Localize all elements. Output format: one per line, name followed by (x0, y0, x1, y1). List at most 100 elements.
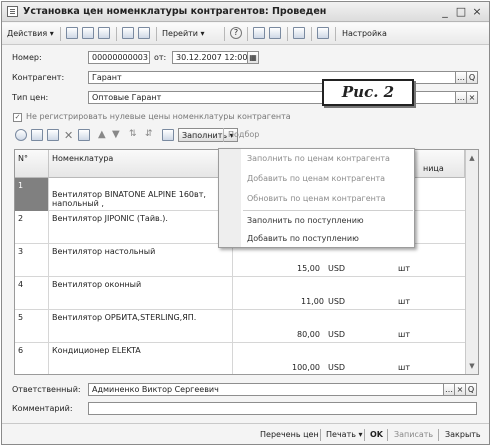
unpost-icon[interactable] (138, 27, 150, 39)
menu-item-add-by-contractor-prices[interactable]: Добавить по ценам контрагента (247, 174, 385, 183)
row-values: 11,00 USD шт (233, 277, 465, 310)
column-header-nomenclature[interactable]: Номенклатура (49, 150, 233, 178)
movements-icon[interactable] (269, 27, 281, 39)
row-currency: USD (328, 297, 346, 306)
close-window-button[interactable]: × (470, 4, 484, 19)
ok-button[interactable]: OK (370, 430, 383, 439)
open-contractor-icon[interactable]: Q (466, 71, 478, 84)
row-number: 2 (15, 211, 49, 244)
row-nomenclature: Кондиционер ELEKTA (49, 343, 233, 374)
report-icon[interactable] (293, 27, 305, 39)
zero-prices-checkbox[interactable]: ✓ (13, 113, 22, 122)
copy-row-icon[interactable] (31, 129, 43, 141)
add-row-icon[interactable] (15, 129, 27, 141)
footer-separator (364, 429, 365, 441)
row-currency: USD (328, 363, 346, 372)
menu-item-update-by-contractor-prices[interactable]: Обновить по ценам контрагента (247, 194, 385, 203)
title-bar: Установка цен номенклатуры контрагентов:… (2, 2, 489, 22)
row-currency: USD (328, 264, 346, 273)
number-field[interactable]: 00000000003 (88, 51, 150, 64)
row-unit: шт (398, 297, 410, 306)
row-values: 80,00 USD шт (233, 310, 465, 343)
table-scrollbar[interactable]: ▲ ▼ (465, 150, 478, 374)
comment-label: Комментарий: (12, 404, 73, 413)
price-list-button[interactable]: Перечень цен (260, 430, 319, 439)
table-row[interactable]: 5 Вентилятор ОРБИТА,STERLING,ЯП. 80,00 U… (15, 310, 465, 343)
select-button[interactable]: Подбор (228, 128, 259, 142)
toolbar-separator (311, 27, 312, 41)
sort-asc-icon[interactable]: ⇅ (129, 129, 137, 139)
end-edit-icon[interactable] (78, 129, 90, 141)
row-number: 1 (15, 178, 49, 211)
row-nomenclature: Вентилятор BINATONE ALPINE 160вт, наполь… (49, 178, 233, 211)
preview-icon[interactable] (317, 27, 329, 39)
scroll-up-icon[interactable]: ▲ (466, 152, 478, 164)
help-button[interactable]: ? (230, 27, 242, 39)
save-button[interactable]: Записать (394, 430, 433, 439)
toolbar-separator (335, 27, 336, 41)
comment-field[interactable] (88, 402, 477, 415)
row-price: 15,00 (297, 264, 320, 273)
save-icon[interactable] (66, 27, 78, 39)
toolbar-separator (116, 27, 117, 41)
row-currency: USD (328, 330, 346, 339)
row-unit: шт (398, 264, 410, 273)
toolbar-separator (287, 27, 288, 41)
open-responsible-icon[interactable]: Q (465, 383, 477, 396)
menu-separator (243, 210, 413, 211)
menu-item-fill-by-contractor-prices[interactable]: Заполнить по ценам контрагента (247, 154, 390, 163)
maximize-button[interactable]: □ (454, 4, 468, 19)
table-row[interactable]: 4 Вентилятор оконный 11,00 USD шт (15, 277, 465, 310)
table-row[interactable]: 3 Вентилятор настольный 15,00 USD шт (15, 244, 465, 277)
row-number: 5 (15, 310, 49, 343)
scroll-down-icon[interactable]: ▼ (466, 360, 478, 372)
row-nomenclature: Вентилятор ОРБИТА,STERLING,ЯП. (49, 310, 233, 343)
contractor-label: Контрагент: (12, 73, 65, 82)
price-type-label: Тип цен: (12, 93, 49, 102)
date-field[interactable]: 30.12.2007 12:00:00 (172, 51, 248, 64)
zero-prices-label: Не регистрировать нулевые цены номенклат… (26, 112, 291, 121)
delete-row-icon[interactable]: ✕ (64, 129, 73, 142)
print-button[interactable]: Печать ▾ (326, 430, 363, 439)
row-unit: шт (398, 363, 410, 372)
row-number: 4 (15, 277, 49, 310)
settings-button[interactable]: Настройка (342, 27, 387, 41)
responsible-field[interactable]: Админенко Виктор Сергеевич (88, 383, 444, 396)
document-icon (7, 6, 18, 17)
document-icon[interactable] (98, 27, 110, 39)
row-nomenclature: Вентилятор настольный (49, 244, 233, 277)
table-row[interactable]: 6 Кондиционер ELEKTA 100,00 USD шт (15, 343, 465, 374)
move-up-icon[interactable]: ▲ (98, 129, 106, 140)
close-button[interactable]: Закрыть (445, 430, 481, 439)
edit-row-icon[interactable] (47, 129, 59, 141)
actions-menu[interactable]: Действия ▾ (7, 27, 54, 41)
row-number: 3 (15, 244, 49, 277)
goto-menu[interactable]: Перейти ▾ (162, 27, 205, 41)
post-icon[interactable] (122, 27, 134, 39)
footer-divider (2, 423, 489, 424)
structure-icon[interactable] (253, 27, 265, 39)
footer-separator (320, 429, 321, 441)
table-settings-icon[interactable] (162, 129, 174, 141)
menu-item-fill-by-receipt[interactable]: Заполнить по поступлению (247, 216, 364, 225)
row-nomenclature: Вентилятор JIPONIC (Тайв.). (49, 211, 233, 244)
actions-menu-label: Действия (7, 29, 48, 38)
fill-dropdown-menu: Заполнить по ценам контрагента Добавить … (218, 148, 415, 248)
row-price: 11,00 (301, 297, 324, 306)
fill-button-label: Заполнить (182, 131, 228, 140)
menu-item-add-by-receipt[interactable]: Добавить по поступлению (247, 234, 359, 243)
minimize-button[interactable]: _ (438, 4, 452, 19)
move-down-icon[interactable]: ▼ (112, 129, 120, 140)
column-header-number[interactable]: N° (15, 150, 49, 178)
document-window: Установка цен номенклатуры контрагентов:… (1, 1, 490, 445)
row-number: 6 (15, 343, 49, 374)
calendar-icon[interactable]: ▦ (247, 51, 259, 64)
add-icon[interactable] (82, 27, 94, 39)
sort-desc-icon[interactable]: ⇵ (145, 129, 153, 139)
toolbar-separator (60, 27, 61, 41)
toolbar-separator (223, 128, 224, 142)
date-label: от: (154, 53, 167, 62)
clear-price-type-icon[interactable]: × (466, 91, 478, 104)
footer-separator (438, 429, 439, 441)
row-price: 80,00 (297, 330, 320, 339)
